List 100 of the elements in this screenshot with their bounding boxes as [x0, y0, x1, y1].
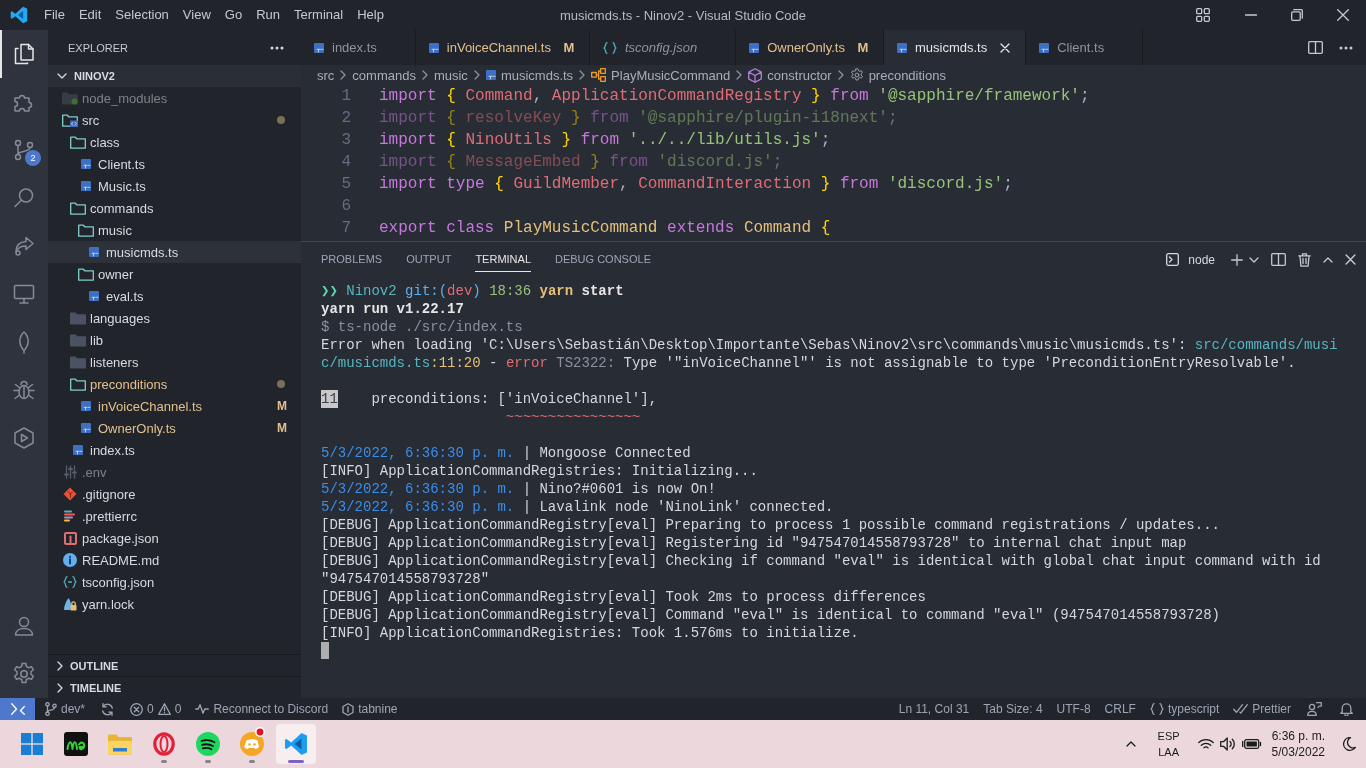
section-header[interactable]: NINOV2 [48, 65, 301, 87]
tree-item[interactable]: commands [48, 197, 301, 219]
panel-tab[interactable]: TERMINAL [475, 247, 531, 272]
status-item[interactable]: CRLF [1097, 698, 1143, 720]
file-icon [485, 70, 496, 80]
tree-item[interactable]: tsconfig.json [48, 571, 301, 593]
breadcrumb-item[interactable]: music [433, 67, 468, 83]
files-icon [12, 42, 36, 66]
menu-item[interactable]: View [175, 0, 218, 30]
menu-item[interactable]: Help [350, 0, 391, 30]
status-letter: M [277, 399, 285, 413]
bell-icon[interactable] [1340, 702, 1353, 716]
window-title: musicmds.ts - Ninov2 - Visual Studio Code [559, 7, 807, 23]
tree-item[interactable]: inVoiceChannel.ts M [48, 395, 301, 417]
editor-tab[interactable]: musicmds.ts [883, 30, 1027, 65]
menu-item[interactable]: Terminal [287, 0, 351, 30]
tree-item[interactable]: yarn.lock [48, 593, 301, 615]
panel-tab[interactable]: OUTPUT [406, 247, 452, 272]
tree-item[interactable]: .prettierrc [48, 505, 301, 527]
start-logo-icon [21, 733, 43, 755]
bug-icon [12, 378, 36, 402]
remote-button[interactable] [0, 698, 35, 720]
close-icon[interactable] [1000, 42, 1011, 53]
breadcrumb-item[interactable]: commands [352, 67, 416, 83]
trash-icon[interactable] [1298, 252, 1311, 267]
activity-bar-button[interactable]: 2 [0, 126, 48, 174]
account-icon [12, 614, 36, 638]
tree-item[interactable]: music [48, 219, 301, 241]
sliders-icon [63, 465, 77, 479]
tree-item[interactable]: owner [48, 263, 301, 285]
status-item[interactable]: UTF-8 [1049, 698, 1098, 720]
tree-item[interactable]: package.json [48, 527, 301, 549]
split-icon[interactable] [1308, 41, 1323, 54]
tree-item[interactable]: class [48, 131, 301, 153]
tree-item[interactable]: Client.ts [48, 153, 301, 175]
problems-status[interactable]: 0 0 [123, 698, 189, 720]
menu-item[interactable]: File [37, 0, 72, 30]
chevron-up-icon[interactable] [1125, 741, 1136, 747]
tree-item[interactable]: index.ts [48, 439, 301, 461]
tree-item[interactable]: languages [48, 307, 301, 329]
file-icon [428, 42, 439, 53]
close-icon[interactable] [1337, 9, 1349, 21]
tree-item[interactable]: src [48, 109, 301, 131]
restore-icon[interactable] [1291, 9, 1303, 21]
input-language-button[interactable]: ESP LAA [1157, 728, 1180, 760]
file-icon [314, 42, 324, 53]
line-number: 3 [341, 130, 351, 151]
chevron-right-icon [340, 70, 347, 80]
menu-item[interactable]: Edit [71, 0, 109, 30]
status-item[interactable]: Ln 11, Col 31 [891, 698, 977, 720]
tree-item[interactable]: preconditions [48, 373, 301, 395]
breadcrumb-item[interactable]: PlayMusicCommand [591, 67, 731, 83]
status-letter: M [857, 40, 869, 55]
chevron-right-icon [837, 70, 844, 80]
tree-item[interactable]: README.md [48, 549, 301, 571]
terminal-selector[interactable]: node [1166, 252, 1215, 267]
speaker-icon[interactable] [1219, 737, 1236, 751]
plus-icon[interactable] [1231, 253, 1243, 266]
clock-button[interactable]: 6:36 p. m. 5/03/2022 [1271, 728, 1325, 760]
chevron-right-icon [421, 70, 428, 80]
tree-item[interactable]: lib [48, 329, 301, 351]
close-icon[interactable] [1345, 254, 1356, 265]
breadcrumb-item[interactable]: src [317, 67, 335, 83]
menu-item[interactable]: Go [217, 0, 250, 30]
panel-tab[interactable]: PROBLEMS [321, 247, 383, 272]
breadcrumb-item[interactable]: musicmds.ts [485, 67, 574, 83]
breadcrumb-item[interactable]: preconditions [849, 67, 946, 83]
line-number: 4 [341, 152, 351, 173]
tree-item[interactable]: musicmds.ts [48, 241, 301, 263]
more-icon[interactable] [270, 45, 284, 50]
person-speech-icon[interactable] [1307, 702, 1322, 716]
battery-icon[interactable] [1241, 738, 1262, 750]
tree-item[interactable]: Music.ts [48, 175, 301, 197]
breadcrumb-item[interactable]: constructor [748, 67, 832, 83]
menu-item[interactable]: Run [249, 0, 287, 30]
layout-icon[interactable] [1196, 8, 1210, 22]
split-icon[interactable] [1271, 253, 1286, 266]
terminal-line: [DEBUG] ApplicationCommandRegistry[eval] Preparing to process 1 possible command registrations / updates... [321, 516, 1221, 534]
menu-item[interactable]: Selection [108, 0, 176, 30]
section-header[interactable]: OUTLINE [48, 654, 301, 676]
moon-icon[interactable] [1343, 737, 1356, 751]
status-item[interactable]: Prettier [1226, 698, 1298, 720]
tree-item[interactable]: .gitignore [48, 483, 301, 505]
sync-icon[interactable] [101, 702, 115, 716]
status-item[interactable]: Tab Size: 4 [976, 698, 1050, 720]
hexagon-play-icon [12, 426, 36, 450]
status-item[interactable]: dev* [38, 698, 93, 720]
panel-tab[interactable]: DEBUG CONSOLE [555, 247, 651, 272]
tree-item[interactable]: eval.ts [48, 285, 301, 307]
status-item[interactable]: typescript [1142, 698, 1227, 720]
tree-item[interactable]: listeners [48, 351, 301, 373]
block-cursor-icon [321, 642, 329, 659]
tree-item[interactable]: .env [48, 461, 301, 483]
more-icon[interactable] [1339, 45, 1353, 50]
status-item[interactable]: Reconnect to Discord [188, 698, 336, 720]
wifi-icon[interactable] [1197, 737, 1214, 751]
status-item[interactable]: tabnine [335, 698, 405, 720]
folder-icon [108, 733, 132, 755]
tree-item[interactable]: OwnerOnly.ts M [48, 417, 301, 439]
tree-item[interactable]: node_modules [48, 87, 301, 109]
